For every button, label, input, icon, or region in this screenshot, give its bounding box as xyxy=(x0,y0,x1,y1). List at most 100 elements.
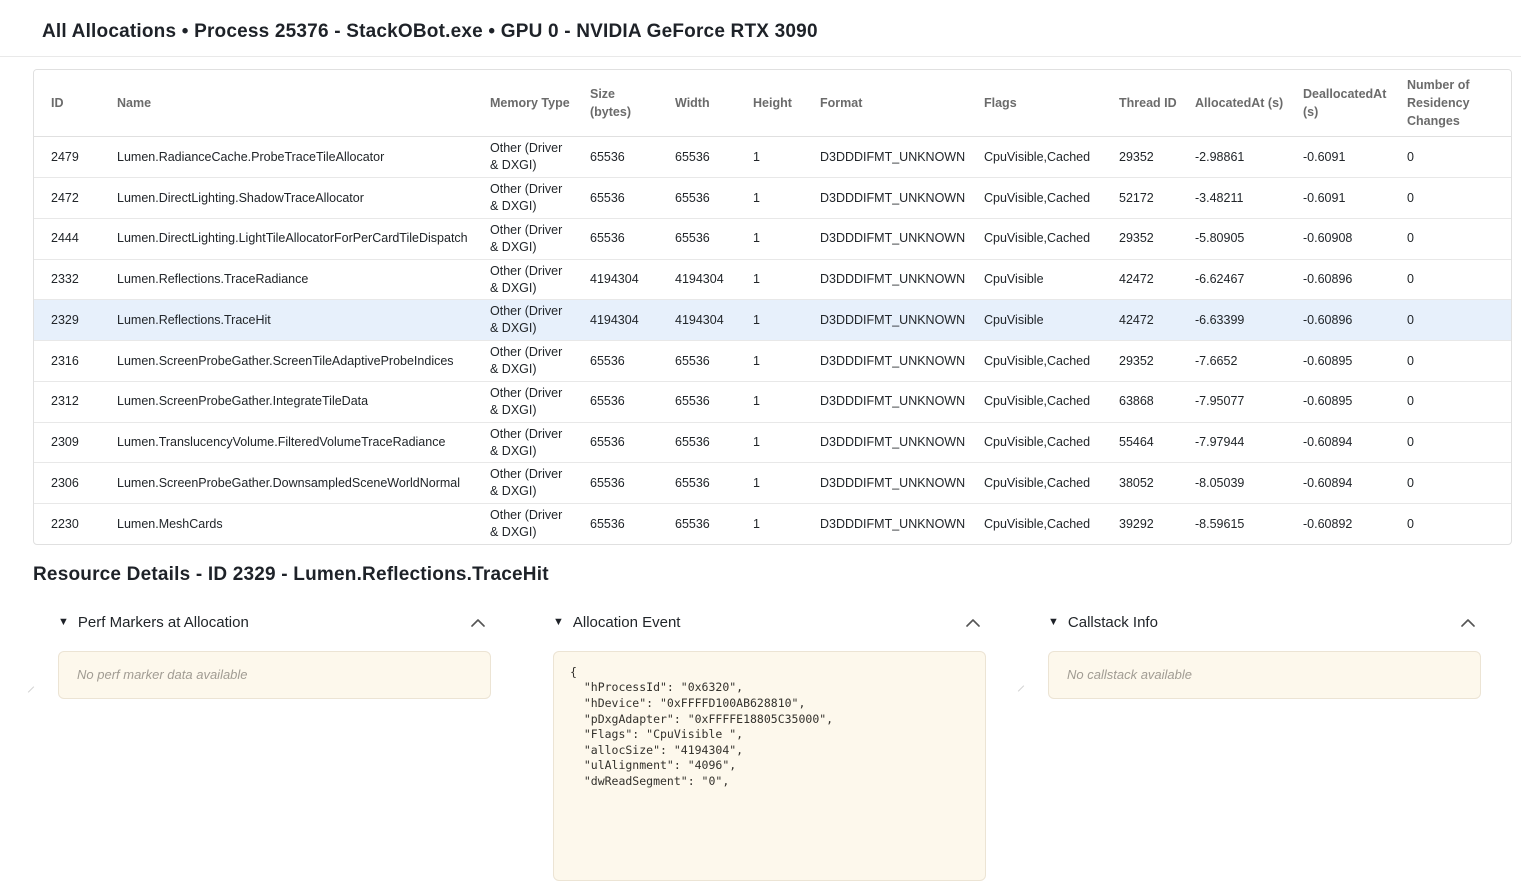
cell-size: 4194304 xyxy=(582,300,667,341)
cell-format: D3DDDIFMT_UNKNOWN xyxy=(812,422,976,463)
cell-height: 1 xyxy=(745,504,812,544)
table-row[interactable]: 2444Lumen.DirectLighting.LightTileAlloca… xyxy=(34,218,1512,259)
allocation-event-json[interactable]: { "hProcessId": "0x6320", "hDevice": "0x… xyxy=(553,651,986,881)
cell-memory-type: Other (Driver & DXGI) xyxy=(482,381,582,422)
cell-name: Lumen.ScreenProbeGather.DownsampledScene… xyxy=(109,463,482,504)
table-row[interactable]: 2316Lumen.ScreenProbeGather.ScreenTileAd… xyxy=(34,341,1512,382)
cell-width: 65536 xyxy=(667,381,745,422)
cell-name: Lumen.TranslucencyVolume.FilteredVolumeT… xyxy=(109,422,482,463)
cell-name: Lumen.RadianceCache.ProbeTraceTileAlloca… xyxy=(109,137,482,178)
table-row[interactable]: 2332Lumen.Reflections.TraceRadianceOther… xyxy=(34,259,1512,300)
table-row[interactable]: 2479Lumen.RadianceCache.ProbeTraceTileAl… xyxy=(34,137,1512,178)
allocation-event-panel-header[interactable]: ▼ Allocation Event xyxy=(553,612,986,634)
cell-residency-changes: 0 xyxy=(1399,218,1512,259)
cell-allocated-at: -6.62467 xyxy=(1187,259,1295,300)
page-title: All Allocations • Process 25376 - StackO… xyxy=(0,0,1521,56)
cell-thread-id: 63868 xyxy=(1111,381,1187,422)
allocations-table-container: ID Name Memory Type Size (bytes) Width H… xyxy=(33,69,1512,545)
cell-flags: CpuVisible xyxy=(976,300,1111,341)
cell-height: 1 xyxy=(745,178,812,219)
cell-flags: CpuVisible,Cached xyxy=(976,218,1111,259)
cell-id: 2444 xyxy=(34,218,109,259)
column-header-thread-id[interactable]: Thread ID xyxy=(1111,70,1187,137)
cell-height: 1 xyxy=(745,259,812,300)
cell-thread-id: 55464 xyxy=(1111,422,1187,463)
cell-residency-changes: 0 xyxy=(1399,178,1512,219)
cell-size: 65536 xyxy=(582,504,667,544)
cell-width: 65536 xyxy=(667,463,745,504)
cell-residency-changes: 0 xyxy=(1399,463,1512,504)
perf-markers-panel-label: Perf Markers at Allocation xyxy=(78,614,249,631)
table-row[interactable]: 2309Lumen.TranslucencyVolume.FilteredVol… xyxy=(34,422,1512,463)
cell-thread-id: 42472 xyxy=(1111,300,1187,341)
cell-memory-type: Other (Driver & DXGI) xyxy=(482,137,582,178)
divider xyxy=(0,56,1521,57)
column-header-flags[interactable]: Flags xyxy=(976,70,1111,137)
column-header-deallocated-at[interactable]: DeallocatedAt (s) xyxy=(1295,70,1399,137)
column-header-width[interactable]: Width xyxy=(667,70,745,137)
cell-format: D3DDDIFMT_UNKNOWN xyxy=(812,300,976,341)
column-header-height[interactable]: Height xyxy=(745,70,812,137)
table-header-row: ID Name Memory Type Size (bytes) Width H… xyxy=(34,70,1512,137)
cell-flags: CpuVisible,Cached xyxy=(976,137,1111,178)
column-header-memory-type[interactable]: Memory Type xyxy=(482,70,582,137)
table-row[interactable]: 2306Lumen.ScreenProbeGather.DownsampledS… xyxy=(34,463,1512,504)
cell-deallocated-at: -0.60896 xyxy=(1295,300,1399,341)
table-row[interactable]: 2312Lumen.ScreenProbeGather.IntegrateTil… xyxy=(34,381,1512,422)
cell-format: D3DDDIFMT_UNKNOWN xyxy=(812,341,976,382)
cell-deallocated-at: -0.60894 xyxy=(1295,463,1399,504)
cell-memory-type: Other (Driver & DXGI) xyxy=(482,422,582,463)
cell-allocated-at: -7.6652 xyxy=(1187,341,1295,382)
perf-markers-panel-header[interactable]: ▼ Perf Markers at Allocation xyxy=(58,612,491,634)
cell-name: Lumen.DirectLighting.ShadowTraceAllocato… xyxy=(109,178,482,219)
cell-thread-id: 38052 xyxy=(1111,463,1187,504)
cell-size: 4194304 xyxy=(582,259,667,300)
cell-memory-type: Other (Driver & DXGI) xyxy=(482,341,582,382)
cell-format: D3DDDIFMT_UNKNOWN xyxy=(812,178,976,219)
cell-format: D3DDDIFMT_UNKNOWN xyxy=(812,504,976,544)
cell-format: D3DDDIFMT_UNKNOWN xyxy=(812,137,976,178)
table-row[interactable]: 2329Lumen.Reflections.TraceHitOther (Dri… xyxy=(34,300,1512,341)
callstack-panel: ▼ Callstack Info No callstack available xyxy=(1048,612,1481,699)
cell-id: 2316 xyxy=(34,341,109,382)
chevron-up-icon[interactable] xyxy=(471,619,485,627)
cell-id: 2306 xyxy=(34,463,109,504)
table-row[interactable]: 2472Lumen.DirectLighting.ShadowTraceAllo… xyxy=(34,178,1512,219)
column-header-name[interactable]: Name xyxy=(109,70,482,137)
cell-thread-id: 39292 xyxy=(1111,504,1187,544)
chevron-up-icon[interactable] xyxy=(966,619,980,627)
cell-residency-changes: 0 xyxy=(1399,300,1512,341)
cell-allocated-at: -8.05039 xyxy=(1187,463,1295,504)
callstack-panel-header[interactable]: ▼ Callstack Info xyxy=(1048,612,1481,634)
allocation-event-panel: ▼ Allocation Event { "hProcessId": "0x63… xyxy=(553,612,986,881)
column-header-allocated-at[interactable]: AllocatedAt (s) xyxy=(1187,70,1295,137)
cell-flags: CpuVisible,Cached xyxy=(976,422,1111,463)
cell-height: 1 xyxy=(745,300,812,341)
cell-flags: CpuVisible,Cached xyxy=(976,504,1111,544)
cell-residency-changes: 0 xyxy=(1399,381,1512,422)
column-header-size[interactable]: Size (bytes) xyxy=(582,70,667,137)
cell-width: 65536 xyxy=(667,178,745,219)
cell-deallocated-at: -0.60895 xyxy=(1295,341,1399,382)
chevron-up-icon[interactable] xyxy=(1461,619,1475,627)
cell-deallocated-at: -0.6091 xyxy=(1295,137,1399,178)
cell-name: Lumen.Reflections.TraceRadiance xyxy=(109,259,482,300)
column-header-id[interactable]: ID xyxy=(34,70,109,137)
callstack-panel-label: Callstack Info xyxy=(1068,614,1158,631)
cell-size: 65536 xyxy=(582,463,667,504)
column-header-format[interactable]: Format xyxy=(812,70,976,137)
cell-width: 4194304 xyxy=(667,300,745,341)
cell-deallocated-at: -0.6091 xyxy=(1295,178,1399,219)
cell-allocated-at: -3.48211 xyxy=(1187,178,1295,219)
cell-flags: CpuVisible,Cached xyxy=(976,463,1111,504)
table-row[interactable]: 2230Lumen.MeshCardsOther (Driver & DXGI)… xyxy=(34,504,1512,544)
cell-name: Lumen.MeshCards xyxy=(109,504,482,544)
cell-deallocated-at: -0.60892 xyxy=(1295,504,1399,544)
cell-flags: CpuVisible,Cached xyxy=(976,341,1111,382)
cell-height: 1 xyxy=(745,422,812,463)
cell-deallocated-at: -0.60895 xyxy=(1295,381,1399,422)
cell-thread-id: 29352 xyxy=(1111,218,1187,259)
cell-id: 2309 xyxy=(34,422,109,463)
cell-memory-type: Other (Driver & DXGI) xyxy=(482,300,582,341)
column-header-residency-changes[interactable]: Number of Residency Changes xyxy=(1399,70,1512,137)
